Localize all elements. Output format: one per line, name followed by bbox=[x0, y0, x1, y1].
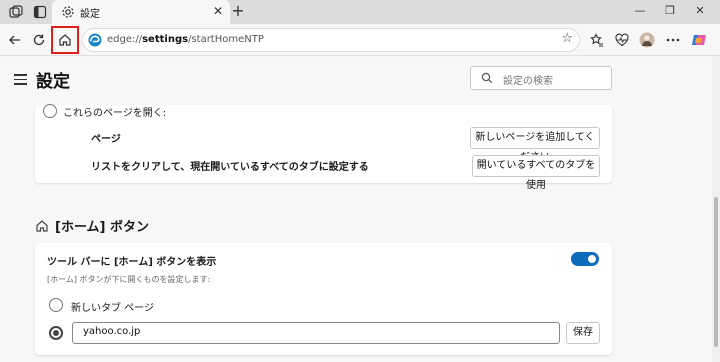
custom-url-radio[interactable] bbox=[49, 326, 63, 340]
tab-title: 設定 bbox=[80, 9, 100, 20]
home-url-field[interactable] bbox=[72, 322, 560, 344]
clear-list-label: リストをクリアして、現在開いているすべてのタブに設定する bbox=[91, 162, 369, 173]
new-tab-button[interactable]: + bbox=[229, 2, 247, 20]
edge-icon bbox=[88, 33, 102, 47]
home-button-card: ツール バーに [ホーム] ボタンを表示 [ホーム] ボタンが下に開くものを設定… bbox=[35, 243, 612, 355]
more-options-icon[interactable] bbox=[664, 31, 682, 49]
page-scrollbar[interactable] bbox=[712, 57, 720, 362]
address-bar[interactable]: edge://settings/startHomeNTP ☆ bbox=[82, 28, 580, 52]
show-home-button-toggle[interactable] bbox=[571, 252, 599, 266]
settings-search-input[interactable]: 設定の検索 bbox=[470, 66, 612, 90]
menu-icon[interactable] bbox=[14, 74, 27, 88]
copilot-icon[interactable] bbox=[690, 31, 708, 49]
favorites-icon[interactable] bbox=[588, 31, 606, 49]
search-icon bbox=[481, 72, 493, 84]
show-home-button-label: ツール バーに [ホーム] ボタンを表示 bbox=[47, 257, 217, 268]
home-button-description: [ホーム] ボタンが下に開くものを設定します: bbox=[47, 275, 211, 284]
new-tab-page-radio[interactable] bbox=[49, 298, 63, 312]
favorite-star-icon[interactable]: ☆ bbox=[561, 31, 573, 46]
pages-label: ページ bbox=[91, 134, 121, 145]
startup-pages-card: これらのページを開く: ページ 新しいページを追加してください リストをクリアし… bbox=[35, 104, 612, 191]
open-pages-label: これらのページを開く: bbox=[63, 108, 167, 119]
gear-icon bbox=[60, 4, 76, 20]
tab-close-icon[interactable]: ✕ bbox=[210, 3, 226, 19]
search-placeholder: 設定の検索 bbox=[503, 76, 553, 87]
settings-page: 設定 設定の検索 これらのページを開く: ページ 新しいページを追加してください… bbox=[0, 57, 712, 362]
home-section-header: [ホーム] ボタン bbox=[35, 216, 149, 235]
scrollbar-thumb[interactable] bbox=[714, 197, 718, 347]
tab-settings[interactable]: 設定 ✕ bbox=[52, 0, 230, 24]
home-url-input[interactable] bbox=[83, 326, 543, 337]
navigation-bar: edge://settings/startHomeNTP ☆ bbox=[0, 24, 720, 56]
home-icon bbox=[36, 219, 48, 232]
home-button-highlight bbox=[51, 26, 79, 54]
open-pages-radio[interactable] bbox=[43, 104, 57, 118]
minimize-button[interactable]: — bbox=[630, 2, 650, 20]
maximize-button[interactable]: ❐ bbox=[660, 2, 680, 20]
url-text: edge://settings/startHomeNTP bbox=[107, 34, 264, 45]
tab-actions-icon[interactable] bbox=[32, 4, 48, 20]
add-page-button[interactable]: 新しいページを追加してください bbox=[470, 127, 600, 163]
profile-avatar[interactable] bbox=[638, 31, 656, 49]
new-tab-page-label: 新しいタブ ページ bbox=[71, 303, 154, 314]
use-open-tabs-button[interactable]: 開いているすべてのタブを使用 bbox=[472, 155, 600, 191]
back-button[interactable] bbox=[6, 31, 24, 49]
page-title: 設定 bbox=[36, 72, 70, 92]
close-window-button[interactable]: ✕ bbox=[690, 2, 710, 20]
browser-essentials-icon[interactable] bbox=[613, 31, 631, 49]
home-section-title: [ホーム] ボタン bbox=[55, 220, 150, 235]
save-button[interactable]: 保存 bbox=[566, 322, 600, 344]
workspaces-icon[interactable] bbox=[8, 4, 24, 20]
refresh-button[interactable] bbox=[30, 31, 48, 49]
title-bar: 設定 ✕ + — ❐ ✕ bbox=[0, 0, 720, 24]
